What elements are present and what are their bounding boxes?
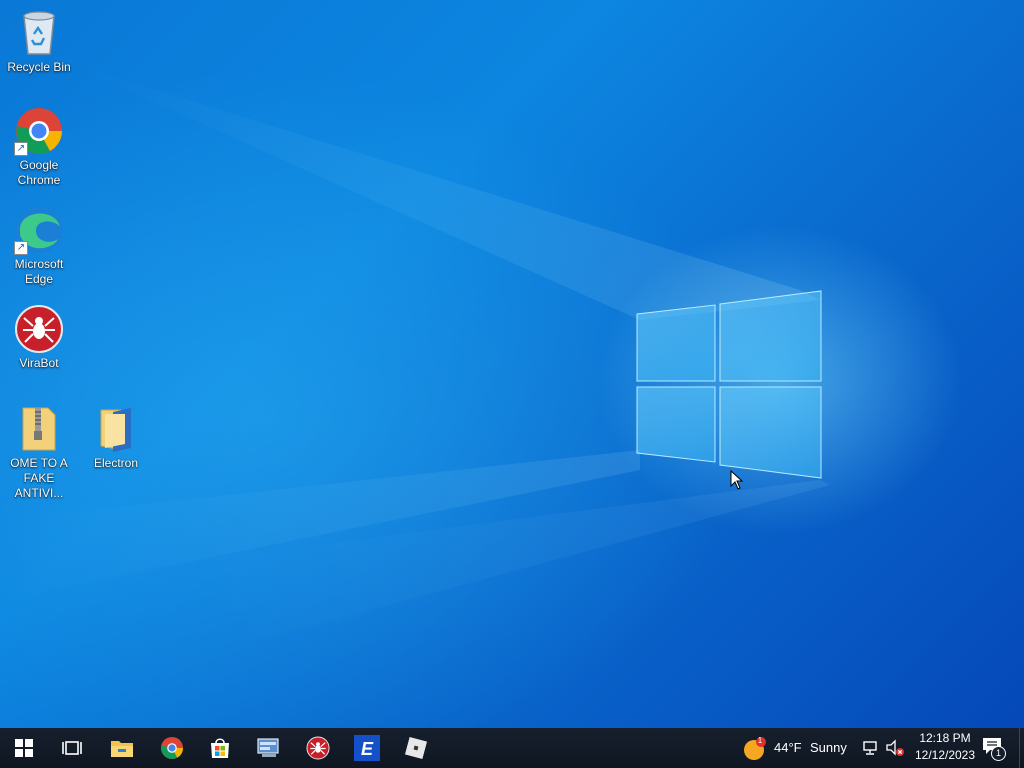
- task-view-icon: [62, 741, 82, 755]
- clock-date: 12/12/2023: [914, 748, 976, 762]
- desktop-icon-microsoft-edge[interactable]: ↗ Microsoft Edge: [0, 205, 78, 287]
- weather-widget[interactable]: 1 44°F Sunny: [741, 728, 856, 768]
- network-icon: [863, 741, 877, 755]
- virabot-icon: [14, 304, 64, 354]
- desktop-icon-label: OME TO A FAKE ANTIVI...: [10, 456, 68, 500]
- edge-icon: ↗: [14, 205, 64, 255]
- desktop-icon-electron-folder[interactable]: Electron: [77, 404, 155, 471]
- start-button[interactable]: [0, 728, 48, 768]
- mouse-cursor-icon: [730, 470, 744, 490]
- shortcut-arrow-icon: ↗: [14, 241, 28, 255]
- desktop-icon-label: Electron: [93, 456, 139, 470]
- weather-temperature: 44°F: [774, 740, 802, 755]
- volume-muted-icon: [886, 739, 904, 756]
- desktop-icon-virabot[interactable]: ViraBot: [0, 304, 78, 371]
- sun-icon: [744, 737, 766, 760]
- shortcut-arrow-icon: ↗: [14, 142, 28, 156]
- taskbar-control-panel[interactable]: [245, 728, 293, 768]
- desktop-background: Recycle Bin ↗ Google Chrome ↗ Microsoft …: [0, 0, 1024, 728]
- microsoft-store-icon: [211, 738, 229, 758]
- show-desktop-button[interactable]: [1019, 728, 1024, 768]
- file-explorer-icon: [111, 741, 133, 757]
- weather-badge: 1: [757, 736, 763, 745]
- notification-count: 1: [991, 746, 1006, 761]
- windows-logo-wallpaper: [0, 60, 830, 640]
- taskbar-chrome[interactable]: [148, 728, 196, 768]
- zip-folder-icon: [14, 404, 64, 454]
- desktop-icon-label: Recycle Bin: [7, 60, 71, 74]
- action-center-button[interactable]: 1: [982, 737, 1006, 761]
- system-clock[interactable]: 12:18 PM 12/12/2023: [910, 730, 980, 764]
- folder-icon: [91, 404, 141, 454]
- svg-text:E: E: [361, 739, 374, 759]
- taskbar-virabot[interactable]: [294, 728, 342, 768]
- recycle-bin-icon: [14, 8, 64, 58]
- desktop-icon-google-chrome[interactable]: ↗ Google Chrome: [0, 106, 78, 188]
- volume-button[interactable]: [885, 739, 905, 757]
- desktop-icon-recycle-bin[interactable]: Recycle Bin: [0, 8, 78, 75]
- chrome-icon: [160, 736, 184, 760]
- weather-condition: Sunny: [810, 740, 847, 755]
- desktop-icon-label: Microsoft Edge: [14, 257, 64, 286]
- clock-time: 12:18 PM: [919, 731, 971, 745]
- taskbar-e-app[interactable]: E: [343, 728, 391, 768]
- start-icon: [15, 739, 33, 757]
- e-app-icon: E: [354, 735, 380, 761]
- task-view-button[interactable]: [48, 728, 96, 768]
- chrome-icon: ↗: [14, 106, 64, 156]
- desktop-icon-zip-folder[interactable]: OME TO A FAKE ANTIVI...: [0, 404, 78, 501]
- virabot-icon: [306, 736, 330, 760]
- desktop-icon-label: Google Chrome: [17, 158, 61, 187]
- taskbar: E 1 44°F Sunny 12:18 PM 12/12/2023 1: [0, 728, 1024, 768]
- network-button[interactable]: [861, 739, 879, 757]
- desktop-icon-label: ViraBot: [19, 356, 59, 370]
- roblox-icon: [404, 736, 428, 760]
- taskbar-roblox[interactable]: [392, 728, 440, 768]
- taskbar-file-explorer[interactable]: [98, 728, 146, 768]
- control-panel-icon: [257, 738, 279, 757]
- taskbar-microsoft-store[interactable]: [196, 728, 244, 768]
